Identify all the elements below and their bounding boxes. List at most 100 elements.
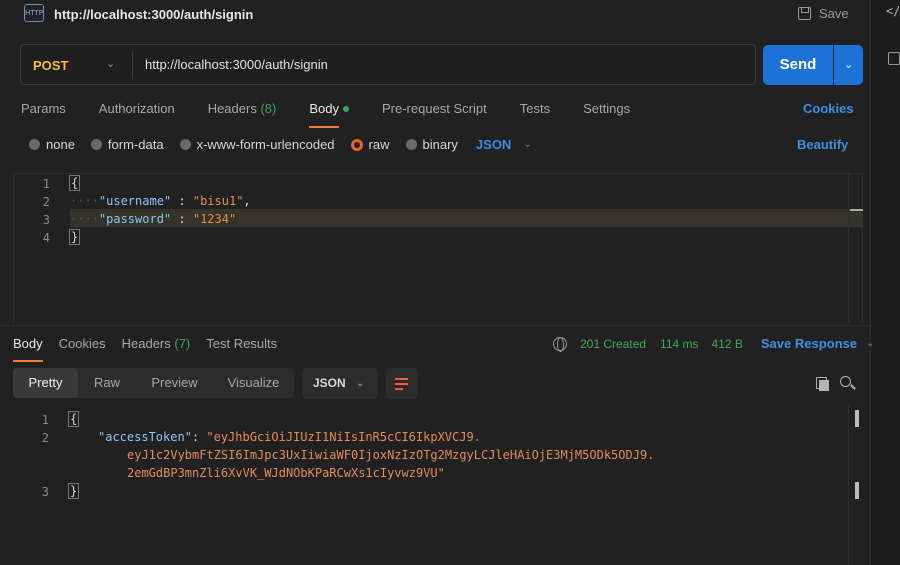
response-token-line-1: "accessToken": "eyJhbGciOiJIUzI1NiIsInR5… — [98, 430, 481, 444]
chevron-down-icon[interactable]: ⌄ — [106, 57, 115, 70]
editor-scrollbar[interactable] — [848, 173, 863, 323]
response-size[interactable]: 412 B — [712, 337, 743, 351]
tab-response-body[interactable]: Body — [13, 336, 43, 362]
send-button[interactable]: Send — [763, 45, 833, 85]
response-status-bar: 201 Created 114 ms 412 B Save Response ⌄ — [553, 336, 874, 352]
url-bar: POST ⌄ http://localhost:3000/auth/signin — [20, 44, 756, 85]
json-key: "username" — [98, 194, 172, 208]
url-input[interactable]: http://localhost:3000/auth/signin — [145, 57, 328, 72]
floppy-disk-icon — [798, 7, 811, 20]
tab-headers-label: Headers — [207, 101, 257, 116]
radio-label: raw — [368, 137, 390, 152]
status-code[interactable]: 201 Created — [580, 337, 646, 351]
json-separator: : — [171, 194, 193, 208]
cookies-link[interactable]: Cookies — [803, 101, 854, 116]
radio-raw[interactable]: raw — [350, 137, 390, 152]
json-value: "eyJhbGciOiJIUzI1NiIsInR5cCI6IkpXVCJ9. — [206, 430, 481, 444]
response-format-select[interactable]: JSON ⌄ — [302, 368, 378, 399]
json-key: "accessToken" — [98, 430, 192, 444]
view-preview[interactable]: Preview — [136, 368, 213, 398]
code-line-password: ····"password" : "1234" — [70, 212, 237, 226]
tab-response-cookies[interactable]: Cookies — [59, 336, 106, 351]
format-label: JSON — [313, 376, 346, 390]
save-response-button[interactable]: Save Response — [761, 336, 857, 351]
url-divider — [132, 51, 133, 79]
wrap-lines-button[interactable] — [386, 368, 418, 399]
method-select[interactable]: POST — [33, 58, 68, 73]
http-request-icon: HTTP — [24, 4, 44, 22]
json-value: "1234" — [192, 212, 237, 226]
view-pretty[interactable]: Pretty — [13, 368, 78, 398]
wrap-lines-icon-line — [395, 383, 408, 385]
response-view-selector: Pretty Raw Preview Visualize — [13, 368, 294, 398]
scroll-marker — [855, 410, 859, 427]
save-button[interactable]: Save — [798, 6, 849, 21]
response-tabs: Body Cookies Headers (7) Test Results — [13, 336, 293, 362]
documentation-icon[interactable] — [888, 52, 900, 65]
view-visualize[interactable]: Visualize — [213, 368, 294, 398]
pane-resize-divider[interactable] — [0, 325, 870, 326]
json-separator: : — [171, 212, 193, 226]
response-scrollbar[interactable] — [848, 405, 863, 565]
tab-body-label: Body — [309, 101, 339, 116]
tab-tests[interactable]: Tests — [520, 101, 550, 116]
right-sidebar: </> — [870, 0, 900, 565]
wrap-lines-icon — [395, 378, 408, 380]
radio-label: x-www-form-urlencoded — [196, 137, 335, 152]
scroll-marker — [855, 482, 859, 499]
line-number: 4 — [42, 231, 50, 245]
tab-headers[interactable]: Headers (8) — [208, 101, 277, 116]
radio-label: none — [46, 137, 75, 152]
line-number: 3 — [42, 213, 50, 227]
headers-count-badge: (8) — [260, 101, 277, 116]
radio-urlencoded[interactable]: x-www-form-urlencoded — [179, 137, 335, 152]
chevron-down-icon: ⌄ — [356, 378, 365, 389]
json-separator: : — [191, 430, 207, 444]
tab-response-headers-label: Headers — [121, 336, 171, 351]
response-token-line-2: eyJ1c2VybmFtZSI6ImJpc3UxIiwiaWF0IjoxNzIz… — [127, 448, 655, 462]
send-options-button[interactable]: ⌄ — [834, 45, 863, 85]
beautify-button[interactable]: Beautify — [797, 137, 848, 152]
tab-prerequest-script[interactable]: Pre-request Script — [382, 101, 487, 116]
body-modified-dot — [342, 105, 349, 112]
copy-icon[interactable] — [816, 377, 829, 391]
tab-params[interactable]: Params — [21, 101, 66, 116]
chevron-down-icon[interactable]: ⌄ — [523, 139, 531, 150]
tab-test-results[interactable]: Test Results — [206, 336, 277, 351]
json-value: "bisu1" — [192, 194, 244, 208]
line-number: 1 — [42, 177, 50, 191]
search-icon[interactable] — [840, 376, 851, 387]
tab-authorization[interactable]: Authorization — [99, 101, 175, 116]
radio-circle[interactable] — [179, 139, 191, 150]
radio-label: form-data — [107, 137, 164, 152]
radio-none[interactable]: none — [29, 137, 75, 152]
tab-settings[interactable]: Settings — [583, 101, 630, 116]
line-number: 2 — [41, 431, 49, 445]
radio-circle[interactable] — [405, 139, 417, 150]
globe-icon[interactable] — [553, 336, 567, 352]
radio-binary[interactable]: binary — [405, 137, 458, 152]
tab-response-headers[interactable]: Headers (7) — [122, 336, 191, 351]
content-type-select[interactable]: JSON — [476, 137, 511, 152]
code-snippet-icon[interactable]: </> — [886, 4, 900, 18]
request-title[interactable]: http://localhost:3000/auth/signin — [54, 7, 253, 22]
radio-form-data[interactable]: form-data — [90, 137, 164, 152]
radio-circle[interactable] — [90, 139, 102, 150]
json-key: "password" — [98, 212, 172, 226]
line-number: 1 — [41, 413, 49, 427]
json-open-brace: { — [68, 175, 81, 191]
json-open-brace: { — [67, 411, 80, 427]
body-type-options: none form-data x-www-form-urlencoded raw… — [29, 137, 532, 152]
chevron-down-icon: ⌄ — [843, 59, 854, 71]
title-bar: HTTP http://localhost:3000/auth/signin S… — [0, 0, 870, 30]
wrap-lines-icon-line — [395, 388, 403, 390]
tab-body[interactable]: Body — [309, 101, 349, 128]
response-time[interactable]: 114 ms — [660, 337, 698, 351]
chevron-down-icon[interactable]: ⌄ — [866, 338, 874, 349]
radio-label: binary — [422, 137, 458, 152]
view-raw[interactable]: Raw — [78, 368, 136, 398]
radio-circle-selected[interactable] — [350, 138, 363, 151]
response-token-line-3: 2emGdBP3mnZli6XvVK_WJdNObKPaRCwXs1cIyvwz… — [127, 466, 445, 480]
save-label: Save — [819, 6, 849, 21]
radio-circle[interactable] — [29, 139, 40, 150]
